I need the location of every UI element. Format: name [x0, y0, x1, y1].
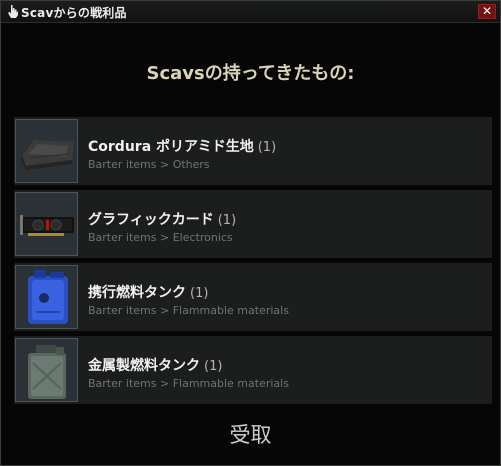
- folded-fabric-icon[interactable]: [15, 119, 78, 183]
- item-name: Cordura ポリアミド生地 (1): [88, 139, 277, 155]
- item-category: Barter items > Flammable materials: [88, 377, 289, 390]
- item-category: Barter items > Flammable materials: [88, 304, 289, 317]
- metal-fuel-can-icon[interactable]: [15, 338, 78, 402]
- loot-window: Scavからの戦利品 ✕ Scavsの持ってきたもの: Cordura ポリアミ…: [0, 0, 501, 466]
- title-bar[interactable]: Scavからの戦利品 ✕: [1, 1, 500, 23]
- item-count: (1): [190, 286, 209, 301]
- item-count: (1): [257, 140, 277, 155]
- list-item[interactable]: 携行燃料タンク (1) Barter items > Flammable mate…: [14, 263, 492, 331]
- close-button[interactable]: ✕: [478, 4, 496, 19]
- list-item[interactable]: Cordura ポリアミド生地 (1) Barter items > Others: [14, 117, 492, 185]
- item-name: グラフィックカード (1): [88, 212, 237, 228]
- list-item[interactable]: グラフィックカード (1) Barter items > Electronics: [14, 190, 492, 258]
- graphics-card-icon[interactable]: [15, 192, 78, 256]
- blue-fuel-can-icon[interactable]: [15, 265, 78, 329]
- item-name: 携行燃料タンク (1): [88, 285, 209, 301]
- item-name: 金属製燃料タンク (1): [88, 358, 223, 374]
- loot-item-list: Cordura ポリアミド生地 (1) Barter items > Others…: [14, 117, 492, 409]
- item-count: (1): [204, 359, 223, 374]
- item-category: Barter items > Others: [88, 158, 210, 171]
- receive-button[interactable]: 受取: [1, 419, 500, 449]
- item-category: Barter items > Electronics: [88, 231, 233, 244]
- list-item[interactable]: 金属製燃料タンク (1) Barter items > Flammable mat…: [14, 336, 492, 404]
- window-title: Scavからの戦利品: [21, 6, 127, 20]
- hand-cursor-icon: [8, 5, 18, 18]
- page-title: Scavsの持ってきたもの:: [146, 63, 355, 84]
- item-count: (1): [217, 213, 237, 228]
